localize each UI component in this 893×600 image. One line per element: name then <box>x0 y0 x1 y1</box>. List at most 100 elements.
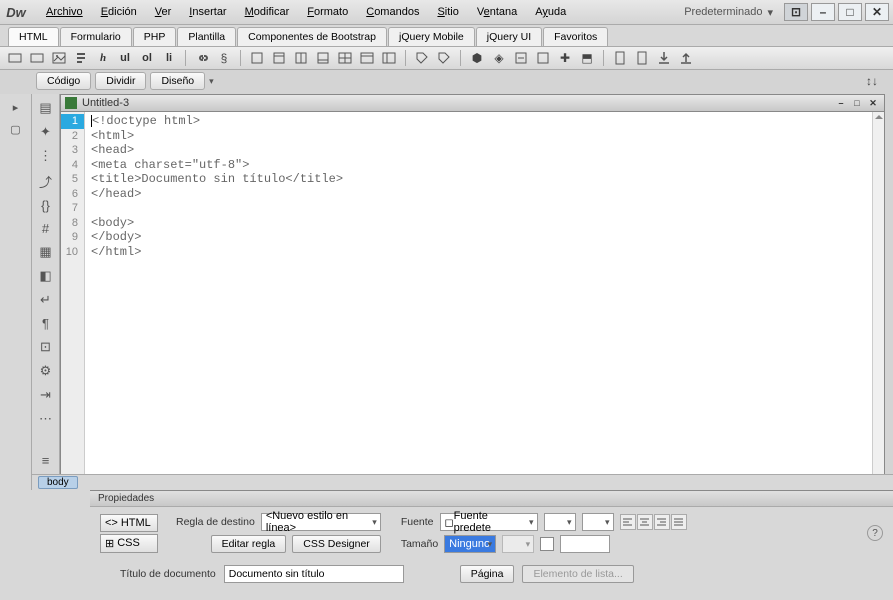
struct-icon-4[interactable] <box>314 49 332 67</box>
editor-titlebar[interactable]: Untitled-3 – □ ✕ <box>60 94 885 112</box>
upload-icon[interactable] <box>677 49 695 67</box>
paragraph-icon[interactable] <box>72 49 90 67</box>
highlight-icon[interactable]: ▦ <box>37 244 55 260</box>
comp-icon-2[interactable] <box>512 49 530 67</box>
ol-icon[interactable]: ol <box>138 49 156 67</box>
menu-archivo[interactable]: Archivo <box>38 3 91 21</box>
view-design-button[interactable]: Diseño <box>150 72 205 90</box>
select-parent-icon[interactable]: ⤴ <box>37 172 55 190</box>
char-icon[interactable]: § <box>215 49 233 67</box>
menu-sitio[interactable]: Sitio <box>429 3 466 21</box>
color-input[interactable] <box>560 535 610 553</box>
tab-jquery-ui[interactable]: jQuery UI <box>476 27 542 46</box>
menu-insertar[interactable]: Insertar <box>181 3 234 21</box>
collapse-icon[interactable]: ✦ <box>37 124 55 140</box>
table-icon-1[interactable] <box>336 49 354 67</box>
table-icon-3[interactable] <box>380 49 398 67</box>
font-style-select[interactable] <box>544 513 576 531</box>
ul-icon[interactable]: ul <box>116 49 134 67</box>
menu-modificar[interactable]: Modificar <box>237 3 298 21</box>
view-code-button[interactable]: Código <box>36 72 91 90</box>
image-icon[interactable] <box>50 49 68 67</box>
doc-close-button[interactable]: ✕ <box>866 97 880 109</box>
menu-ventana[interactable]: Ventana <box>469 3 525 21</box>
doc-maximize-button[interactable]: □ <box>850 97 864 109</box>
properties-header[interactable]: Propiedades <box>90 491 893 507</box>
comp-icon-1[interactable]: ◈ <box>490 49 508 67</box>
size-select[interactable]: Ninguno <box>444 535 496 553</box>
tag-body-chip[interactable]: body <box>38 476 78 489</box>
file-icon[interactable]: ▢ <box>6 120 26 138</box>
font-weight-select[interactable] <box>582 513 614 531</box>
doc-title-input[interactable] <box>224 565 404 583</box>
download-icon[interactable] <box>655 49 673 67</box>
menu-edicion[interactable]: Edición <box>93 3 145 21</box>
table-icon-2[interactable] <box>358 49 376 67</box>
format-icon[interactable]: ≡ <box>37 453 55 468</box>
align-right-icon[interactable] <box>654 514 670 530</box>
align-left-icon[interactable] <box>620 514 636 530</box>
page-icon-1[interactable] <box>611 49 629 67</box>
more-icon[interactable]: ⚙ <box>37 363 55 379</box>
align-center-icon[interactable] <box>637 514 653 530</box>
struct-icon-1[interactable] <box>248 49 266 67</box>
tab-html[interactable]: HTML <box>8 27 59 46</box>
doc-minimize-button[interactable]: – <box>834 97 848 109</box>
sync-settings-icon[interactable]: ⊡ <box>784 3 808 21</box>
comp-icon-4[interactable]: ⬒ <box>578 49 596 67</box>
expand-all-icon[interactable]: ⋮ <box>37 148 55 164</box>
tab-favoritos[interactable]: Favoritos <box>543 27 608 46</box>
balance-braces-icon[interactable]: {} <box>37 198 55 213</box>
struct-icon-2[interactable] <box>270 49 288 67</box>
comment-icon[interactable]: ⊡ <box>37 339 55 355</box>
page-icon-2[interactable] <box>633 49 651 67</box>
mode-css-button[interactable]: ⊞CSS <box>100 534 158 553</box>
open-docs-icon[interactable]: ▤ <box>37 100 55 116</box>
li-icon[interactable]: li <box>160 49 178 67</box>
comp-icon-3[interactable] <box>534 49 552 67</box>
tag-icon[interactable] <box>413 49 431 67</box>
page-button[interactable]: Página <box>460 565 515 583</box>
recent-icon[interactable]: ⋯ <box>37 411 55 427</box>
code-editor[interactable]: <!doctype html> <html> <head> <meta char… <box>85 112 872 485</box>
tab-jquery-mobile[interactable]: jQuery Mobile <box>388 27 475 46</box>
puzzle-icon[interactable]: ✚ <box>556 49 574 67</box>
div-icon-2[interactable] <box>28 49 46 67</box>
help-icon[interactable]: ? <box>867 525 883 541</box>
struct-icon-3[interactable] <box>292 49 310 67</box>
workspace-selector[interactable]: Predeterminado ▾ <box>676 6 781 19</box>
sort-icon[interactable]: ↕↓ <box>863 72 881 90</box>
div-icon[interactable] <box>6 49 24 67</box>
close-button[interactable]: ✕ <box>865 3 889 21</box>
tab-bootstrap[interactable]: Componentes de Bootstrap <box>237 27 387 46</box>
menu-ayuda[interactable]: Ayuda <box>527 3 574 21</box>
font-select[interactable]: ◻ Fuente predete <box>440 513 538 531</box>
edit-rule-button[interactable]: Editar regla <box>211 535 287 553</box>
syntax-icon[interactable]: ◧ <box>37 268 55 284</box>
maximize-button[interactable]: □ <box>838 3 862 21</box>
link-icon[interactable] <box>193 49 211 67</box>
rule-select[interactable]: <Nuevo estilo en línea> <box>261 513 381 531</box>
menu-formato[interactable]: Formato <box>299 3 356 21</box>
tab-plantilla[interactable]: Plantilla <box>177 27 236 46</box>
css-designer-button[interactable]: CSS Designer <box>292 535 381 553</box>
tab-php[interactable]: PHP <box>133 27 177 46</box>
line-numbers-icon[interactable]: # <box>37 221 55 236</box>
word-wrap-icon[interactable]: ↵ <box>37 292 55 308</box>
vertical-scrollbar[interactable] <box>872 112 884 485</box>
minimize-button[interactable]: – <box>811 3 835 21</box>
menu-ver[interactable]: Ver <box>147 3 180 21</box>
size-unit-select[interactable] <box>502 535 534 553</box>
tab-formulario[interactable]: Formulario <box>60 27 132 46</box>
menu-comandos[interactable]: Comandos <box>358 3 427 21</box>
expand-icon[interactable]: ▸ <box>6 98 26 116</box>
hidden-chars-icon[interactable]: ¶ <box>37 316 55 331</box>
view-split-button[interactable]: Dividir <box>95 72 146 90</box>
mode-html-button[interactable]: <>HTML <box>100 514 158 532</box>
align-justify-icon[interactable] <box>671 514 687 530</box>
script-icon[interactable]: ⬢ <box>468 49 486 67</box>
heading-icon[interactable]: h <box>94 49 112 67</box>
indent-icon[interactable]: ⇥ <box>37 387 55 403</box>
color-swatch[interactable] <box>540 537 554 551</box>
tag-icon-2[interactable] <box>435 49 453 67</box>
